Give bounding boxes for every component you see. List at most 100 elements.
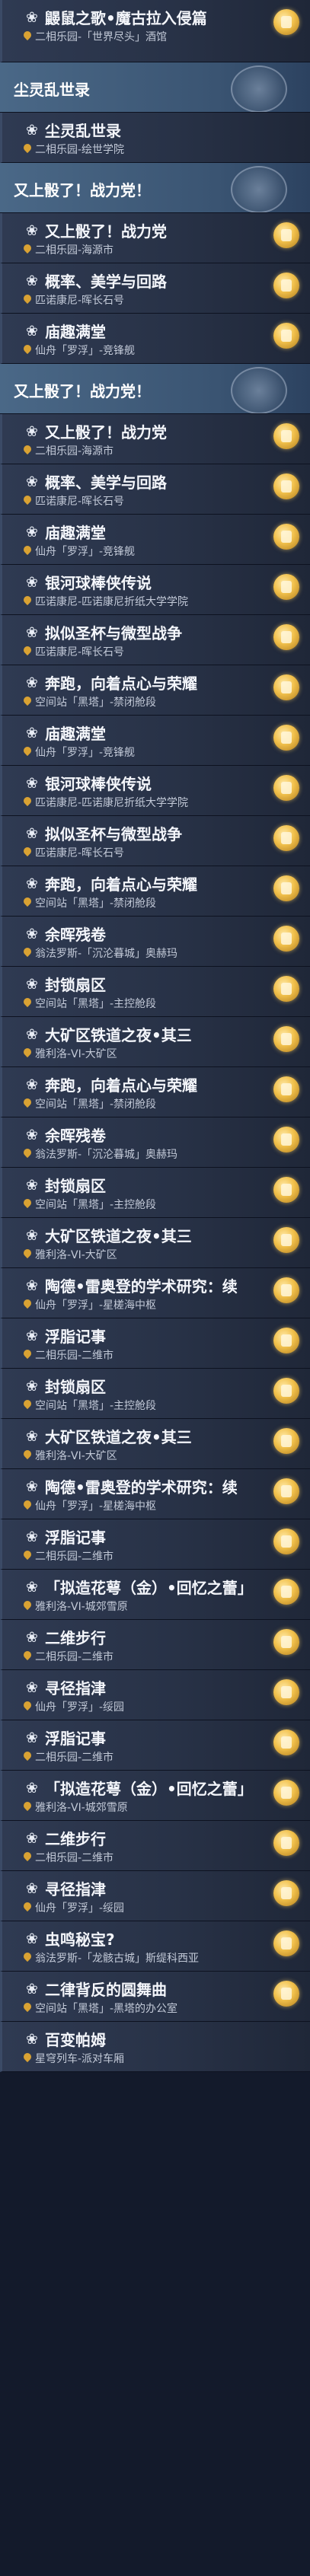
quest-row[interactable]: ❀ 奔跑，向着点心与荣耀 空间站「黑塔」-禁闭舱段 xyxy=(0,1067,310,1117)
reward-badge-icon[interactable] xyxy=(273,574,299,600)
quest-row[interactable]: ❀ 拟似圣杯与微型战争 匹诺康尼-晖长石号 xyxy=(0,816,310,866)
reward-badge-icon[interactable] xyxy=(273,1076,299,1102)
reward-badge-icon[interactable] xyxy=(273,674,299,700)
quest-title: ❀ 虫鸣秘宝? xyxy=(24,1927,261,1950)
reward-badge-icon[interactable] xyxy=(273,1428,299,1454)
quest-row[interactable]: ❀ 浮脂记事 二相乐园-二维市 xyxy=(0,1318,310,1369)
quest-row[interactable]: ❀ 余晖残卷 翁法罗斯-「沉沦暮城」奥赫玛 xyxy=(0,1117,310,1168)
location-pin-icon xyxy=(24,1500,31,1511)
reward-badge-icon[interactable] xyxy=(273,1981,299,2007)
quest-row[interactable]: ❀ 封锁扇区 空间站「黑塔」-主控舱段 xyxy=(0,1369,310,1419)
quest-location-text: 空间站「黑塔」-禁闭舱段 xyxy=(35,1098,157,1111)
quest-row[interactable]: ❀ 庙趣满堂 仙舟「罗浮」-竞锋舰 xyxy=(0,716,310,766)
quest-location: 雅利洛-VI-大矿区 xyxy=(24,1247,261,1262)
reward-badge-icon[interactable] xyxy=(273,1629,299,1655)
reward-badge-icon[interactable] xyxy=(273,423,299,449)
quest-location-text: 仙舟「罗浮」-竞锋舰 xyxy=(35,546,136,558)
quest-row[interactable]: ❀ 大矿区铁道之夜•其三 雅利洛-VI-大矿区 xyxy=(0,1419,310,1469)
quest-row[interactable]: ❀ 百变帕姆 星穹列车-派对车厢 xyxy=(0,2022,310,2072)
reward-badge-icon[interactable] xyxy=(273,1529,299,1554)
reward-badge-icon[interactable] xyxy=(273,524,299,550)
quest-type-icon: ❀ xyxy=(26,1377,38,1395)
quest-location-text: 匹诺康尼-晖长石号 xyxy=(35,847,125,859)
quest-row[interactable]: ❀ 封锁扇区 空间站「黑塔」-主控舱段 xyxy=(0,967,310,1017)
reward-badge-icon[interactable] xyxy=(273,222,299,248)
reward-badge-icon[interactable] xyxy=(273,875,299,901)
quest-row[interactable]: ❀ 「拟造花萼（金）•回忆之蕾」 雅利洛-VI-城郊雪原 xyxy=(0,1570,310,1620)
quest-row[interactable]: ❀ 陶德•雷奥登的学术研究：续 仙舟「罗浮」-星槎海中枢 xyxy=(0,1469,310,1519)
reward-badge-icon[interactable] xyxy=(273,1227,299,1253)
reward-badge-icon[interactable] xyxy=(273,1830,299,1856)
quest-title: ❀ 奔跑，向着点心与荣耀 xyxy=(24,872,261,894)
quest-row[interactable]: ❀ 奔跑，向着点心与荣耀 空间站「黑塔」-禁闭舱段 xyxy=(0,866,310,917)
reward-badge-icon[interactable] xyxy=(273,1277,299,1303)
quest-location: 仙舟「罗浮」-星槎海中枢 xyxy=(24,1297,261,1312)
quest-row[interactable]: ❀ 「拟造花萼（金）•回忆之蕾」 雅利洛-VI-城郊雪原 xyxy=(0,1771,310,1821)
quest-type-icon: ❀ xyxy=(26,1277,38,1294)
quest-type-icon: ❀ xyxy=(26,2030,38,2048)
reward-badge-icon[interactable] xyxy=(273,1730,299,1755)
quest-title: ❀ 庙趣满堂 xyxy=(24,320,261,342)
reward-badge-icon[interactable] xyxy=(273,1930,299,1956)
quest-row[interactable]: ❀ 银河球棒侠传说 匹诺康尼-匹诺康尼折纸大学学院 xyxy=(0,565,310,615)
quest-row[interactable]: ❀ 概率、美学与回路 匹诺康尼-晖长石号 xyxy=(0,464,310,515)
quest-row[interactable]: ❀ 封锁扇区 空间站「黑塔」-主控舱段 xyxy=(0,1168,310,1218)
reward-badge-icon[interactable] xyxy=(273,825,299,851)
quest-row[interactable]: ❀ 奔跑，向着点心与荣耀 空间站「黑塔」-禁闭舱段 xyxy=(0,665,310,716)
quest-row[interactable]: ❀ 二维步行 二相乐园-二维市 xyxy=(0,1620,310,1670)
reward-badge-icon[interactable] xyxy=(273,775,299,801)
reward-badge-icon[interactable] xyxy=(273,1579,299,1605)
quest-location-text: 仙舟「罗浮」-竞锋舰 xyxy=(35,345,136,357)
quest-row[interactable]: ❀ 浮脂记事 二相乐园-二维市 xyxy=(0,1720,310,1771)
reward-badge-icon[interactable] xyxy=(273,323,299,349)
reward-badge-icon[interactable] xyxy=(273,9,299,35)
reward-badge-icon[interactable] xyxy=(273,926,299,952)
quest-location: 二相乐园-「世界尽头」酒馆 xyxy=(24,29,261,44)
reward-badge-icon[interactable] xyxy=(273,473,299,499)
quest-title-text: 百变帕姆 xyxy=(45,2031,106,2049)
reward-badge-icon[interactable] xyxy=(273,273,299,298)
reward-badge-icon[interactable] xyxy=(273,1026,299,1052)
reward-badge-icon[interactable] xyxy=(273,1478,299,1504)
quest-row[interactable]: ❀ 庙趣满堂 仙舟「罗浮」-竞锋舰 xyxy=(0,515,310,565)
quest-row[interactable]: ❀ 余晖残卷 翁法罗斯-「沉沦暮城」奥赫玛 xyxy=(0,917,310,967)
quest-title: ❀ 封锁扇区 xyxy=(24,1375,261,1397)
reward-badge-icon[interactable] xyxy=(273,976,299,1002)
quest-row[interactable]: ❀ 大矿区铁道之夜•其三 雅利洛-VI-大矿区 xyxy=(0,1017,310,1067)
reward-badge-icon[interactable] xyxy=(273,1328,299,1353)
quest-row[interactable]: ❀ 浮脂记事 二相乐园-二维市 xyxy=(0,1519,310,1570)
quest-row[interactable]: ❀ 陶德•雷奥登的学术研究：续 仙舟「罗浮」-星槎海中枢 xyxy=(0,1268,310,1318)
quest-row[interactable]: ❀ 概率、美学与回路 匹诺康尼-晖长石号 xyxy=(0,263,310,314)
reward-badge-icon[interactable] xyxy=(273,624,299,650)
quest-location: 空间站「黑塔」-主控舱段 xyxy=(24,1197,261,1212)
reward-badge-icon[interactable] xyxy=(273,1880,299,1906)
quest-row[interactable]: ❀ 寻径指津 仙舟「罗浮」-绥园 xyxy=(0,1871,310,1921)
quest-location-text: 雅利洛-VI-大矿区 xyxy=(35,1249,117,1261)
quest-row[interactable]: ❀ 虫鸣秘宝? 翁法罗斯-「龙骸古城」斯缇科西亚 xyxy=(0,1921,310,1972)
quest-row[interactable]: ❀ 尘灵乱世录 二相乐园-绘世学院 xyxy=(0,113,310,163)
quest-location: 仙舟「罗浮」-竞锋舰 xyxy=(24,343,261,358)
reward-badge-icon[interactable] xyxy=(273,1378,299,1404)
location-pin-icon xyxy=(24,697,31,707)
quest-row[interactable]: ❀ 银河球棒侠传说 匹诺康尼-匹诺康尼折纸大学学院 xyxy=(0,766,310,816)
reward-badge-icon[interactable] xyxy=(273,1679,299,1705)
quest-type-icon: ❀ xyxy=(26,473,38,490)
section-header: 尘灵乱世录 xyxy=(0,62,310,113)
quest-row[interactable]: ❀ 又上骰了！战力党 二相乐园-海源市 xyxy=(0,213,310,263)
quest-row[interactable]: ❀ 二律背反的圆舞曲 空间站「黑塔」-黑塔的办公室 xyxy=(0,1972,310,2022)
reward-badge-icon[interactable] xyxy=(273,1127,299,1153)
quest-row[interactable]: ❀ 庙趣满堂仙舟「罗浮」-竞锋舰 xyxy=(0,314,310,364)
quest-location: 空间站「黑塔」-黑塔的办公室 xyxy=(24,2001,261,2016)
quest-row[interactable]: ❀ 又上骰了！战力党 二相乐园-海源市 xyxy=(0,414,310,464)
quest-row[interactable]: ❀ 二维步行 二相乐园-二维市 xyxy=(0,1821,310,1871)
reward-badge-icon[interactable] xyxy=(273,1177,299,1203)
quest-title-text: 陶德•雷奥登的学术研究：续 xyxy=(45,1478,238,1497)
quest-location: 二相乐园-绘世学院 xyxy=(24,142,261,157)
quest-row[interactable]: ❀ 拟似圣杯与微型战争 匹诺康尼-晖长石号 xyxy=(0,615,310,665)
reward-badge-icon[interactable] xyxy=(273,1780,299,1806)
quest-row[interactable]: ❀ 大矿区铁道之夜•其三 雅利洛-VI-大矿区 xyxy=(0,1218,310,1268)
quest-type-icon: ❀ xyxy=(26,1226,38,1244)
reward-badge-icon[interactable] xyxy=(273,725,299,751)
quest-row[interactable]: ❀ 寻径指津 仙舟「罗浮」-绥园 xyxy=(0,1670,310,1720)
quest-row[interactable]: ❀ 鼹鼠之歌•魔古拉入侵篇 二相乐园-「世界尽头」酒馆 xyxy=(0,0,310,62)
